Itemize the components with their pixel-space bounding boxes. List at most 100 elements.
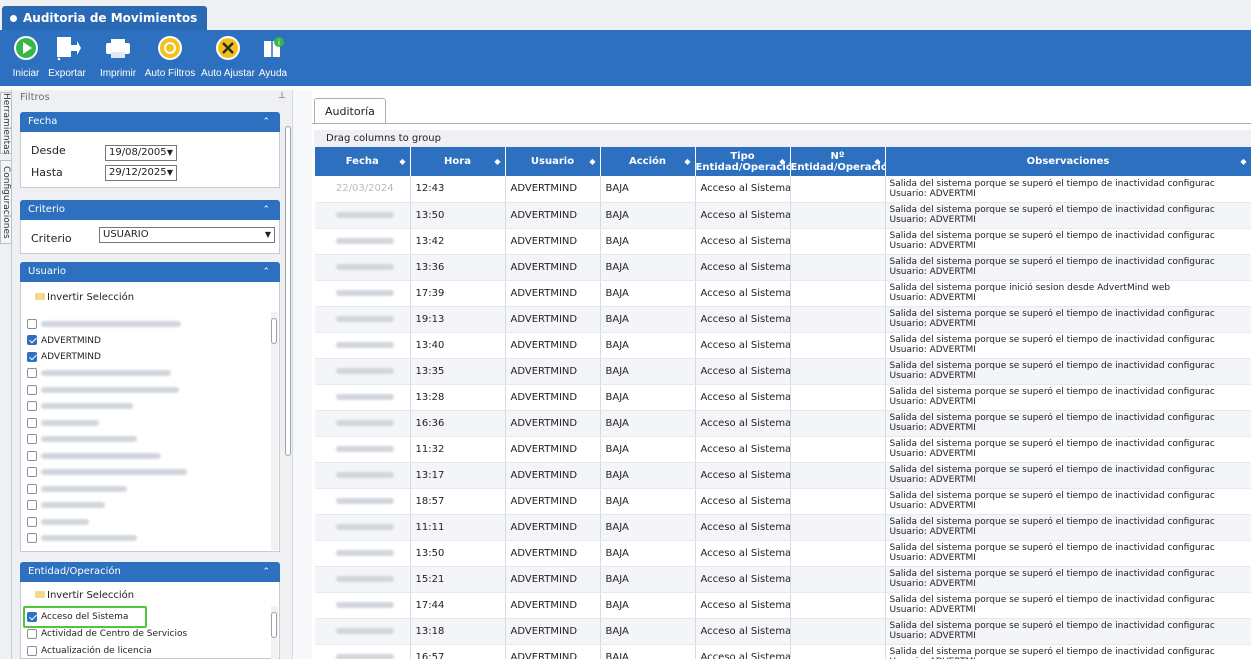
usuario-invert-selection[interactable]: Invertir Selección xyxy=(35,292,134,303)
usuario-item[interactable]: ADVERTMIND xyxy=(27,349,101,365)
usuario-item[interactable] xyxy=(27,481,127,497)
sort-icon[interactable]: ◆ xyxy=(1240,156,1246,167)
entidad-scroll-thumb[interactable] xyxy=(271,612,277,638)
table-row[interactable]: 22/03/2024 12:43 ADVERTMIND BAJA Acceso al S… xyxy=(315,176,1251,203)
criterio-select[interactable]: USUARIO ▼ xyxy=(99,227,275,243)
tab-configuraciones[interactable]: Configuraciones xyxy=(0,160,12,244)
usuario-item[interactable] xyxy=(27,531,137,547)
iniciar-button[interactable]: Iniciar xyxy=(12,34,40,79)
usuario-item[interactable] xyxy=(27,316,181,332)
cell-observaciones: Salida del sistema porque se superó el t… xyxy=(885,514,1251,541)
group-drag-area[interactable]: Drag columns to group xyxy=(314,130,1251,147)
usuario-item[interactable] xyxy=(27,448,161,464)
sort-icon[interactable]: ◆ xyxy=(589,156,595,167)
entidad-item[interactable]: Actividad de Centro de Servicios xyxy=(27,626,187,642)
table-row[interactable]: 15:21 ADVERTMIND BAJA Acceso al Sistema Sali… xyxy=(315,566,1251,593)
column-header[interactable]: Acción ◆ xyxy=(600,147,696,176)
checkbox[interactable] xyxy=(27,434,37,444)
checkbox[interactable] xyxy=(27,483,37,494)
entidad-section-header[interactable]: Entidad/Operación ⌃ xyxy=(20,562,280,582)
usuario-item[interactable] xyxy=(27,432,137,448)
checkbox[interactable] xyxy=(27,384,37,395)
usuario-item[interactable] xyxy=(27,465,187,481)
checkbox[interactable] xyxy=(27,467,37,477)
ayuda-button[interactable]: i Ayuda xyxy=(258,34,288,79)
chevron-up-icon[interactable]: ⌃ xyxy=(262,562,270,582)
table-row[interactable]: 13:36 ADVERTMIND BAJA Acceso al Sistema Sali… xyxy=(315,254,1251,281)
usuario-item[interactable] xyxy=(27,514,89,530)
checkbox[interactable] xyxy=(27,351,37,362)
column-header[interactable]: Fecha ◆ xyxy=(315,147,411,176)
auto-filtros-button[interactable]: Auto Filtros xyxy=(143,34,197,79)
usuario-item[interactable] xyxy=(27,382,179,398)
filters-scroll-thumb[interactable] xyxy=(285,126,291,456)
table-row[interactable]: 13:42 ADVERTMIND BAJA Acceso al Sistema Sali… xyxy=(315,228,1251,255)
checkbox[interactable] xyxy=(27,516,37,527)
column-header[interactable]: Observaciones ◆ xyxy=(885,147,1251,176)
cell-accion: BAJA xyxy=(600,514,696,541)
usuario-item[interactable] xyxy=(27,498,105,514)
table-row[interactable]: 13:17 ADVERTMIND BAJA Acceso al Sistema Sali… xyxy=(315,462,1251,489)
table-row[interactable]: 13:35 ADVERTMIND BAJA Acceso al Sistema Sali… xyxy=(315,358,1251,385)
hasta-date-picker[interactable]: 29/12/2025 ▼ xyxy=(105,165,177,181)
checkbox[interactable] xyxy=(27,645,37,656)
usuario-scroll-thumb[interactable] xyxy=(271,318,277,344)
pin-icon[interactable]: ⊥ xyxy=(278,91,286,101)
chevron-up-icon[interactable]: ⌃ xyxy=(262,112,270,132)
table-row[interactable]: 18:57 ADVERTMIND BAJA Acceso al Sistema Sali… xyxy=(315,488,1251,515)
column-header[interactable]: Hora ◆ xyxy=(410,147,506,176)
chevron-up-icon[interactable]: ⌃ xyxy=(262,262,270,282)
column-header[interactable]: Tipo Entidad/Operació ◆ xyxy=(695,147,791,176)
table-row[interactable]: 13:50 ADVERTMIND BAJA Acceso al Sistema Sali… xyxy=(315,540,1251,567)
table-row[interactable]: 13:50 ADVERTMIND BAJA Acceso al Sistema Sali… xyxy=(315,202,1251,229)
imprimir-button[interactable]: Imprimir xyxy=(96,34,140,79)
table-row[interactable]: 16:57 ADVERTMIND BAJA Acceso al Sistema Sali… xyxy=(315,644,1251,659)
sort-icon[interactable]: ◆ xyxy=(494,156,500,167)
usuario-item[interactable] xyxy=(27,399,133,415)
sort-icon[interactable]: ◆ xyxy=(684,156,690,167)
sort-icon[interactable]: ◆ xyxy=(779,156,785,167)
checkbox[interactable] xyxy=(27,500,37,510)
tab-herramientas[interactable]: Herramientas xyxy=(0,92,12,154)
table-row[interactable]: 17:44 ADVERTMIND BAJA Acceso al Sistema Sali… xyxy=(315,592,1251,619)
exportar-button[interactable]: Exportar xyxy=(44,34,90,79)
table-row[interactable]: 19:13 ADVERTMIND BAJA Acceso al Sistema Sali… xyxy=(315,306,1251,333)
usuario-item[interactable] xyxy=(27,415,99,431)
splitter[interactable] xyxy=(292,90,312,659)
checkbox[interactable] xyxy=(27,533,37,543)
checkbox[interactable] xyxy=(27,628,37,639)
checkbox[interactable] xyxy=(27,417,37,428)
cell-accion: BAJA xyxy=(600,228,696,255)
usuario-item[interactable] xyxy=(27,366,171,382)
fecha-section-header[interactable]: Fecha ⌃ xyxy=(20,112,280,132)
chevron-up-icon[interactable]: ⌃ xyxy=(262,200,270,220)
usuario-section-header[interactable]: Usuario ⌃ xyxy=(20,262,280,282)
table-row[interactable]: 13:28 ADVERTMIND BAJA Acceso al Sistema Sali… xyxy=(315,384,1251,411)
table-row[interactable]: 13:40 ADVERTMIND BAJA Acceso al Sistema Sali… xyxy=(315,332,1251,359)
checkbox[interactable] xyxy=(27,401,37,411)
cell-usuario: ADVERTMIND xyxy=(505,358,601,385)
usuario-item[interactable]: ADVERTMIND xyxy=(27,333,101,349)
table-row[interactable]: 11:11 ADVERTMIND BAJA Acceso al Sistema Sali… xyxy=(315,514,1251,541)
tab-auditoria[interactable]: Auditoría xyxy=(314,98,386,124)
redacted-text xyxy=(335,289,394,296)
column-header[interactable]: Nº Entidad/Operació ◆ xyxy=(790,147,886,176)
checkbox[interactable] xyxy=(27,318,37,329)
window-tab[interactable]: Auditoria de Movimientos xyxy=(2,6,208,30)
sort-icon[interactable]: ◆ xyxy=(874,156,880,167)
checkbox[interactable] xyxy=(27,450,37,461)
table-row[interactable]: 13:18 ADVERTMIND BAJA Acceso al Sistema Sali… xyxy=(315,618,1251,645)
usuario-scrollbar[interactable] xyxy=(271,312,278,550)
table-row[interactable]: 17:39 ADVERTMIND BAJA Acceso al Sistema Sali… xyxy=(315,280,1251,307)
sort-icon[interactable]: ◆ xyxy=(399,156,405,167)
entidad-invert-selection[interactable]: Invertir Selección xyxy=(35,590,134,601)
checkbox[interactable] xyxy=(27,368,37,378)
checkbox[interactable] xyxy=(27,335,37,345)
table-row[interactable]: 16:36 ADVERTMIND BAJA Acceso al Sistema Sali… xyxy=(315,410,1251,437)
auto-ajustar-button[interactable]: Auto Ajustar xyxy=(200,34,256,79)
desde-date-picker[interactable]: 19/08/2005 ▼ xyxy=(105,145,177,161)
entidad-item[interactable]: Actualización de licencia xyxy=(27,643,152,659)
table-row[interactable]: 11:32 ADVERTMIND BAJA Acceso al Sistema Sali… xyxy=(315,436,1251,463)
column-header[interactable]: Usuario ◆ xyxy=(505,147,601,176)
criterio-section-header[interactable]: Criterio ⌃ xyxy=(20,200,280,220)
